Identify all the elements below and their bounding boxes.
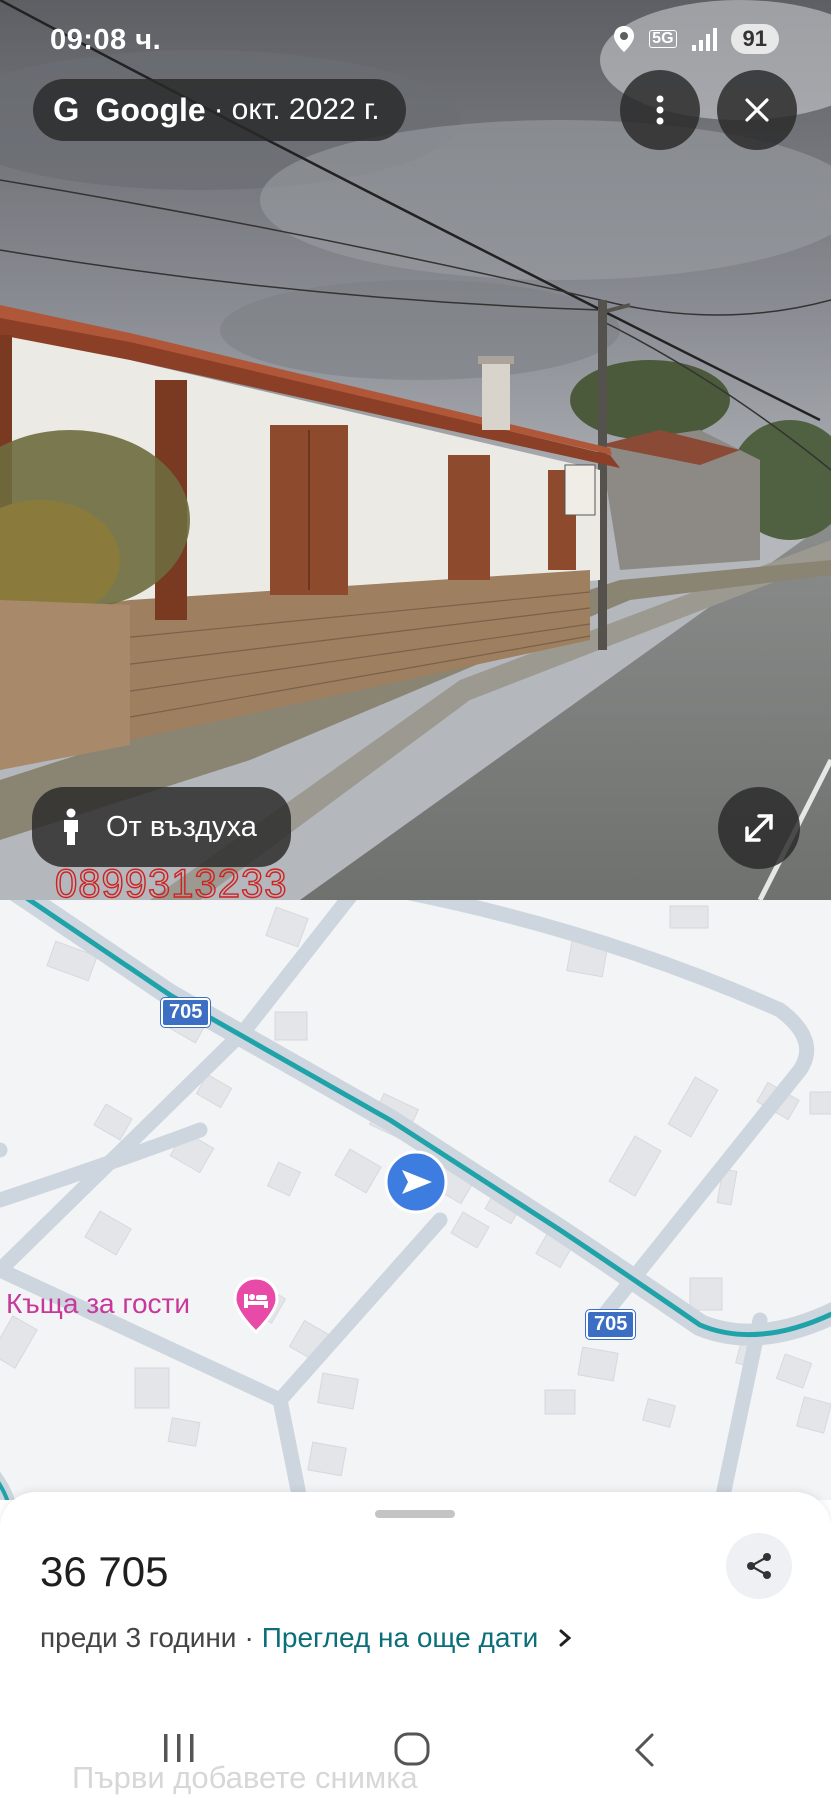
more-vert-icon [656, 95, 664, 125]
route-shield-705: 705 [161, 998, 211, 1027]
status-time: 09:08 ч. [50, 24, 162, 56]
bed-icon [233, 1276, 279, 1334]
route-shield-705: 705 [586, 1310, 636, 1339]
more-dates-link[interactable]: Преглед на още дати [262, 1622, 539, 1654]
signal-icon [691, 28, 717, 51]
more-options-button[interactable] [620, 70, 700, 150]
back-icon [634, 1733, 654, 1767]
home-button[interactable] [394, 1732, 430, 1771]
map-view[interactable]: 705 705 Къща за гости [0, 900, 831, 1500]
capture-date: окт. 2022 г. [231, 93, 380, 126]
expand-icon [745, 814, 773, 842]
phone-watermark: 0899313233 [54, 861, 288, 900]
navigation-arrow-icon [384, 1150, 448, 1214]
back-button[interactable] [632, 1732, 656, 1773]
close-button[interactable] [717, 70, 797, 150]
status-bar: 09:08 ч. 5G 91 [0, 0, 831, 80]
poi-label[interactable]: Къща за гости [6, 1288, 190, 1320]
home-icon [394, 1732, 430, 1766]
imagery-source-pill[interactable]: G Google · окт. 2022 г. [33, 79, 406, 141]
close-icon [745, 98, 769, 122]
chevron-right-icon[interactable] [558, 1628, 572, 1648]
separator: · [213, 93, 224, 126]
location-icon [614, 26, 635, 52]
provider-name: Google [95, 91, 206, 128]
place-title: 36 705 [40, 1548, 169, 1595]
street-view-panorama[interactable]: 09:08 ч. 5G 91 G Google · окт. 2022 г. О… [0, 0, 831, 900]
google-g-icon: G [53, 90, 80, 129]
share-button[interactable] [726, 1533, 792, 1599]
battery-level: 91 [730, 24, 779, 54]
system-navigation-bar [0, 1710, 831, 1800]
aerial-view-label: От въздуха [106, 810, 257, 843]
relative-date: преди 3 години [40, 1622, 237, 1653]
separator: · [244, 1622, 254, 1653]
share-icon [747, 1553, 771, 1579]
network-type: 5G [649, 30, 677, 48]
person-icon [64, 808, 78, 845]
recents-icon [164, 1734, 194, 1762]
aerial-view-button[interactable]: От въздуха [32, 787, 291, 867]
expand-button[interactable] [718, 787, 800, 869]
drag-handle[interactable] [375, 1510, 455, 1518]
recents-button[interactable] [162, 1732, 196, 1769]
date-line: преди 3 години · Преглед на още дати [40, 1622, 572, 1654]
